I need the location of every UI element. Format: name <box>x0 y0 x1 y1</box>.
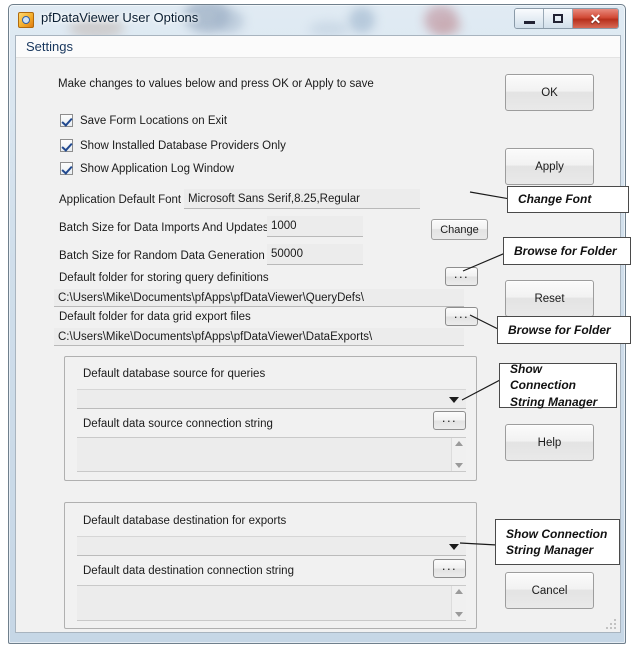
scroll-down-icon[interactable] <box>455 612 463 617</box>
default-dest-combo-label: Default database destination for exports <box>83 515 287 527</box>
checkbox-show-application-log[interactable]: Show Application Log Window <box>60 162 234 175</box>
instruction-text: Make changes to values below and press O… <box>58 78 374 90</box>
default-source-conn-textarea[interactable] <box>77 437 466 472</box>
default-source-conn-label: Default data source connection string <box>83 418 273 430</box>
callout-change-font: Change Font <box>507 186 629 213</box>
data-exports-folder-value[interactable]: C:\Users\Mike\Documents\pfApps\pfDataVie… <box>54 328 464 346</box>
ok-button[interactable]: OK <box>505 74 594 111</box>
default-source-combo[interactable] <box>77 389 466 409</box>
dest-conn-scrollbar[interactable] <box>451 586 466 620</box>
checkbox-icon[interactable] <box>60 139 73 152</box>
chevron-down-icon <box>449 544 459 550</box>
callout-line: String Manager <box>510 394 598 409</box>
default-source-groupbox: Default database source for queries Defa… <box>64 356 477 481</box>
menu-item-settings[interactable]: Settings <box>26 39 73 54</box>
source-connection-string-button[interactable]: ... <box>433 411 466 430</box>
close-button[interactable]: ✕ <box>573 9 618 28</box>
maximize-icon <box>553 14 563 23</box>
close-icon: ✕ <box>589 10 602 27</box>
application-default-font-value[interactable]: Microsoft Sans Serif,8.25,Regular <box>184 189 420 209</box>
callout-line: String Manager <box>506 543 594 557</box>
resize-grip[interactable] <box>604 617 616 629</box>
reset-button[interactable]: Reset <box>505 280 594 317</box>
browse-query-defs-button[interactable]: ... <box>445 267 478 286</box>
checkbox-icon[interactable] <box>60 114 73 127</box>
callout-connection-string-manager-1: Show Connection String Manager <box>499 362 617 409</box>
scroll-up-icon[interactable] <box>455 441 463 446</box>
cancel-button[interactable]: Cancel <box>505 572 594 609</box>
batch-imports-label: Batch Size for Data Imports And Updates <box>59 222 269 234</box>
maximize-button[interactable] <box>544 9 573 28</box>
checkbox-save-form-locations[interactable]: Save Form Locations on Exit <box>60 114 227 127</box>
callout-line: Browse for Folder <box>514 243 617 258</box>
default-dest-conn-label: Default data destination connection stri… <box>83 565 294 577</box>
callout-line: Show Connection <box>506 526 608 541</box>
help-button[interactable]: Help <box>505 424 594 461</box>
default-dest-conn-textarea[interactable] <box>77 585 466 621</box>
data-exports-folder-label: Default folder for data grid export file… <box>59 311 251 323</box>
destination-connection-string-button[interactable]: ... <box>433 559 466 578</box>
checkbox-icon[interactable] <box>60 162 73 175</box>
batch-random-label: Batch Size for Random Data Generation <box>59 250 265 262</box>
default-dest-combo[interactable] <box>77 536 466 556</box>
callout-browse-folder-2: Browse for Folder <box>497 316 631 344</box>
window-title: pfDataViewer User Options <box>41 10 199 25</box>
checkbox-show-installed-providers[interactable]: Show Installed Database Providers Only <box>60 139 286 152</box>
minimize-button[interactable] <box>515 9 544 28</box>
default-source-combo-label: Default database source for queries <box>83 368 266 380</box>
scroll-up-icon[interactable] <box>455 589 463 594</box>
browse-data-exports-button[interactable]: ... <box>445 307 478 326</box>
source-conn-scrollbar[interactable] <box>451 438 466 471</box>
batch-random-input[interactable]: 50000 <box>267 244 363 265</box>
checkbox-label: Show Installed Database Providers Only <box>80 139 286 152</box>
app-magnifier-icon[interactable] <box>18 12 34 28</box>
chevron-down-icon <box>449 397 459 403</box>
scroll-down-icon[interactable] <box>455 463 463 468</box>
change-font-button[interactable]: Change <box>431 219 488 240</box>
screenshot-root: pfDataViewer User Options ✕ Settings Mak… <box>0 0 634 650</box>
callout-line: Show Connection <box>510 362 576 393</box>
checkbox-label: Show Application Log Window <box>80 162 235 175</box>
callout-connection-string-manager-2: Show Connection String Manager <box>495 519 620 565</box>
query-defs-folder-value[interactable]: C:\Users\Mike\Documents\pfApps\pfDataVie… <box>54 289 464 307</box>
window-controls: ✕ <box>514 8 619 29</box>
callout-line: Browse for Folder <box>508 322 611 337</box>
default-destination-groupbox: Default database destination for exports… <box>64 502 477 629</box>
callout-line: Change Font <box>518 192 592 207</box>
checkbox-label: Save Form Locations on Exit <box>80 114 228 127</box>
batch-imports-input[interactable]: 1000 <box>267 216 363 237</box>
application-default-font-label: Application Default Font <box>59 194 182 206</box>
apply-button[interactable]: Apply <box>505 148 594 185</box>
callout-browse-folder-1: Browse for Folder <box>503 237 631 265</box>
minimize-icon <box>523 20 535 24</box>
title-bar[interactable]: pfDataViewer User Options ✕ <box>9 5 625 35</box>
menu-bar: Settings <box>16 36 620 58</box>
query-defs-folder-label: Default folder for storing query definit… <box>59 272 269 284</box>
